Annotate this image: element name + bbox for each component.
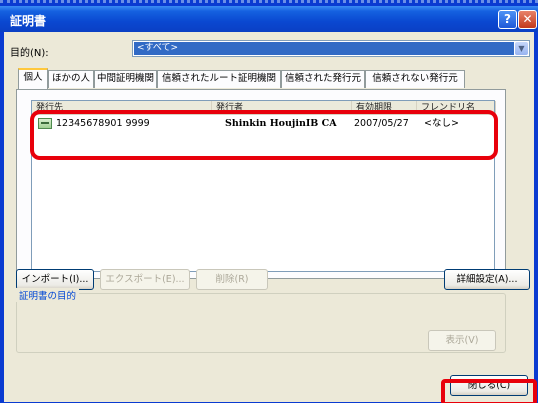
close-icon: ✕ bbox=[522, 12, 533, 26]
chevron-down-icon[interactable]: ▼ bbox=[515, 42, 528, 55]
question-icon: ? bbox=[504, 12, 511, 26]
certificate-purposes-label: 証明書の目的 bbox=[16, 288, 80, 302]
highlight-close-button bbox=[441, 379, 537, 403]
dialog-body: 目的(N): <すべて> ▼ 個人 ほかの人 中間証明機関 信頼されたルート証明… bbox=[4, 32, 534, 402]
tab-other-people[interactable]: ほかの人 bbox=[48, 70, 94, 88]
advanced-button[interactable]: 詳細設定(A)... bbox=[444, 269, 530, 290]
tab-untrusted-publishers[interactable]: 信頼されない発行元 bbox=[365, 70, 465, 88]
export-button[interactable]: エクスポート(E)... bbox=[100, 269, 190, 290]
remove-button[interactable]: 削除(R) bbox=[196, 269, 268, 290]
tab-personal[interactable]: 個人 bbox=[18, 68, 48, 89]
window-title: 証明書 bbox=[10, 14, 47, 28]
certificates-window: 証明書 ? ✕ 目的(N): <すべて> ▼ 個人 ほかの人 中間証明機関 信頼… bbox=[0, 0, 538, 403]
purpose-label: 目的(N): bbox=[10, 48, 49, 59]
tab-intermediate-ca[interactable]: 中間証明機関 bbox=[94, 70, 157, 88]
view-button[interactable]: 表示(V) bbox=[428, 330, 496, 351]
highlight-certificate-row bbox=[30, 110, 498, 160]
tab-trusted-publishers[interactable]: 信頼された発行元 bbox=[281, 70, 365, 88]
title-bar[interactable]: 証明書 ? ✕ bbox=[0, 6, 538, 32]
tab-trusted-root-ca[interactable]: 信頼されたルート証明機関 bbox=[157, 70, 281, 88]
purpose-dropdown[interactable]: <すべて> ▼ bbox=[132, 40, 530, 57]
close-window-button[interactable]: ✕ bbox=[518, 10, 537, 29]
import-button[interactable]: インポート(I)... bbox=[16, 269, 94, 290]
help-button[interactable]: ? bbox=[498, 10, 517, 29]
purpose-selected-value: <すべて> bbox=[134, 42, 514, 55]
